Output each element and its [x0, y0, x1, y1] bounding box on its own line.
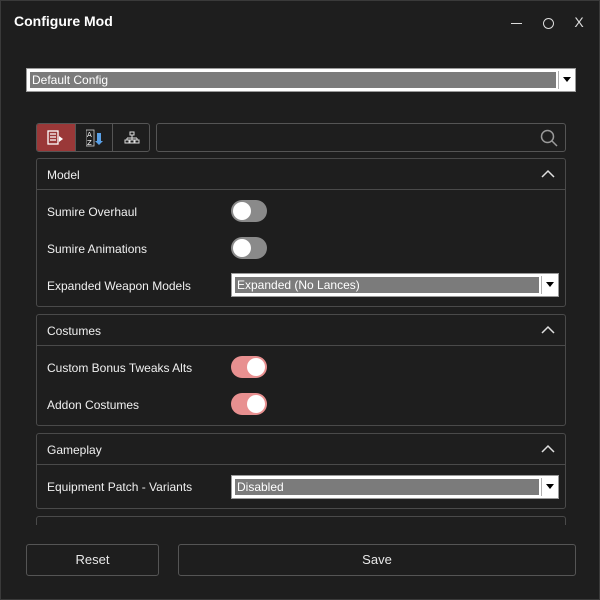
- toggle-knob: [233, 202, 251, 220]
- minimize-icon: [510, 22, 522, 24]
- maximize-icon: [542, 17, 554, 29]
- search-input[interactable]: [156, 123, 566, 152]
- svg-text:A: A: [87, 131, 92, 139]
- section-model: Model Sumire Overhaul Sumire Animations …: [36, 158, 566, 307]
- reset-button[interactable]: Reset: [26, 544, 159, 576]
- expanded-weapon-models-select[interactable]: Expanded (No Lances): [231, 273, 559, 297]
- config-select[interactable]: Default Config: [26, 68, 576, 92]
- sort-az-button[interactable]: A Z: [75, 124, 113, 151]
- equipment-patch-variants-select[interactable]: Disabled: [231, 475, 559, 499]
- sumire-overhaul-toggle[interactable]: [231, 200, 267, 222]
- equipment-patch-variants-label: Equipment Patch - Variants: [47, 480, 193, 494]
- search-icon[interactable]: [540, 129, 558, 147]
- custom-bonus-tweaks-alts-toggle[interactable]: [231, 356, 267, 378]
- expanded-weapon-models-label: Expanded Weapon Models: [47, 279, 191, 293]
- section-costumes-header[interactable]: Costumes: [37, 315, 565, 346]
- tree-view-icon: [124, 131, 139, 143]
- chevron-up-icon[interactable]: [541, 325, 555, 335]
- dropdown-arrow-icon[interactable]: [541, 276, 556, 294]
- toggle-knob: [233, 239, 251, 257]
- configure-mod-dialog: Configure Mod X Default Config A Z Model…: [0, 0, 600, 600]
- list-view-button[interactable]: [37, 124, 75, 151]
- chevron-up-icon[interactable]: [541, 169, 555, 179]
- sort-az-icon: A Z: [85, 129, 103, 147]
- section-gameplay-header[interactable]: Gameplay: [37, 434, 565, 465]
- addon-costumes-label: Addon Costumes: [47, 398, 140, 412]
- view-mode-toggle: A Z: [36, 123, 150, 152]
- section-gameplay: Gameplay Equipment Patch - Variants Disa…: [36, 433, 566, 509]
- dropdown-arrow-icon[interactable]: [541, 478, 556, 496]
- toggle-knob: [247, 395, 265, 413]
- close-icon: X: [574, 14, 584, 30]
- section-model-header[interactable]: Model: [37, 159, 565, 190]
- dropdown-arrow-icon[interactable]: [558, 71, 573, 89]
- maximize-button[interactable]: [533, 9, 563, 35]
- expanded-weapon-models-value: Expanded (No Lances): [235, 277, 539, 293]
- tree-view-button[interactable]: [112, 124, 149, 151]
- sumire-animations-label: Sumire Animations: [47, 242, 148, 256]
- sumire-animations-toggle[interactable]: [231, 237, 267, 259]
- equipment-patch-variants-value: Disabled: [235, 479, 539, 495]
- custom-bonus-tweaks-alts-label: Custom Bonus Tweaks Alts: [47, 361, 193, 375]
- section-title: Model: [47, 168, 80, 182]
- close-button[interactable]: X: [564, 9, 594, 35]
- section-title: Costumes: [47, 324, 102, 338]
- minimize-button[interactable]: [501, 9, 531, 35]
- list-view-icon: [47, 129, 63, 145]
- config-select-value: Default Config: [30, 72, 556, 88]
- addon-costumes-toggle[interactable]: [231, 393, 267, 415]
- chevron-up-icon[interactable]: [541, 444, 555, 454]
- title-bar[interactable]: Configure Mod X: [1, 1, 600, 41]
- section-title: Gameplay: [47, 443, 102, 457]
- save-button[interactable]: Save: [178, 544, 576, 576]
- section-collapsed-partial: [36, 516, 566, 525]
- sumire-overhaul-label: Sumire Overhaul: [47, 205, 138, 219]
- window-title: Configure Mod: [14, 13, 113, 29]
- section-costumes: Costumes Custom Bonus Tweaks Alts Addon …: [36, 314, 566, 426]
- toggle-knob: [247, 358, 265, 376]
